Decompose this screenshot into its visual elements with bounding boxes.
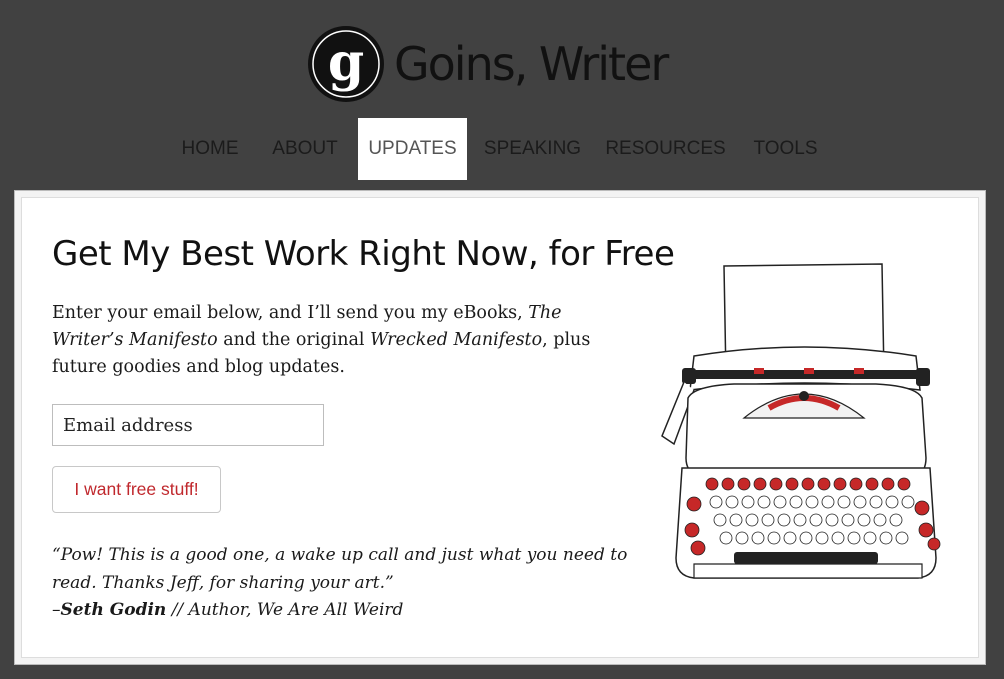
logo-g-icon: g — [308, 26, 384, 102]
quote-attribution: –Seth Godin // Author, We Are All Weird — [52, 597, 632, 625]
email-input[interactable] — [52, 404, 324, 446]
optin-headline: Get My Best Work Right Now, for Free — [52, 234, 675, 274]
nav-tools[interactable]: TOOLS — [733, 118, 838, 180]
site-header: g Goins, Writer HOME ABOUT UPDATES SPEAK… — [0, 0, 1004, 190]
optin-panel: Get My Best Work Right Now, for Free Ent… — [14, 190, 986, 665]
nav-home[interactable]: HOME — [168, 118, 252, 180]
nav-about[interactable]: ABOUT — [252, 118, 358, 180]
quote-dash: – — [52, 600, 61, 620]
quote-role: // Author, We Are All Weird — [166, 600, 404, 620]
intro-text-mid: and the original — [217, 330, 371, 350]
testimonial-quote: “Pow! This is a good one, a wake up call… — [52, 542, 632, 625]
nav-speaking[interactable]: SPEAKING — [467, 118, 598, 180]
free-stuff-button[interactable]: I want free stuff! — [52, 466, 221, 513]
nav-updates[interactable]: UPDATES — [358, 118, 467, 180]
optin-intro: Enter your email below, and I’ll send yo… — [52, 300, 632, 381]
logo-wordmark: Goins, Writer — [394, 37, 669, 91]
svg-text:g: g — [328, 32, 364, 93]
optin-panel-inner: Get My Best Work Right Now, for Free Ent… — [21, 197, 979, 658]
nav-resources[interactable]: RESOURCES — [598, 118, 733, 180]
intro-text-start: Enter your email below, and I’ll send yo… — [52, 303, 529, 323]
quote-text: “Pow! This is a good one, a wake up call… — [52, 545, 628, 593]
quote-author: Seth Godin — [60, 600, 167, 620]
intro-book-wrecked-manifesto: Wrecked Manifesto — [370, 330, 543, 350]
main-nav: HOME ABOUT UPDATES SPEAKING RESOURCES TO… — [168, 118, 838, 180]
site-logo[interactable]: g Goins, Writer — [306, 24, 669, 104]
typewriter-illustration — [661, 263, 941, 579]
